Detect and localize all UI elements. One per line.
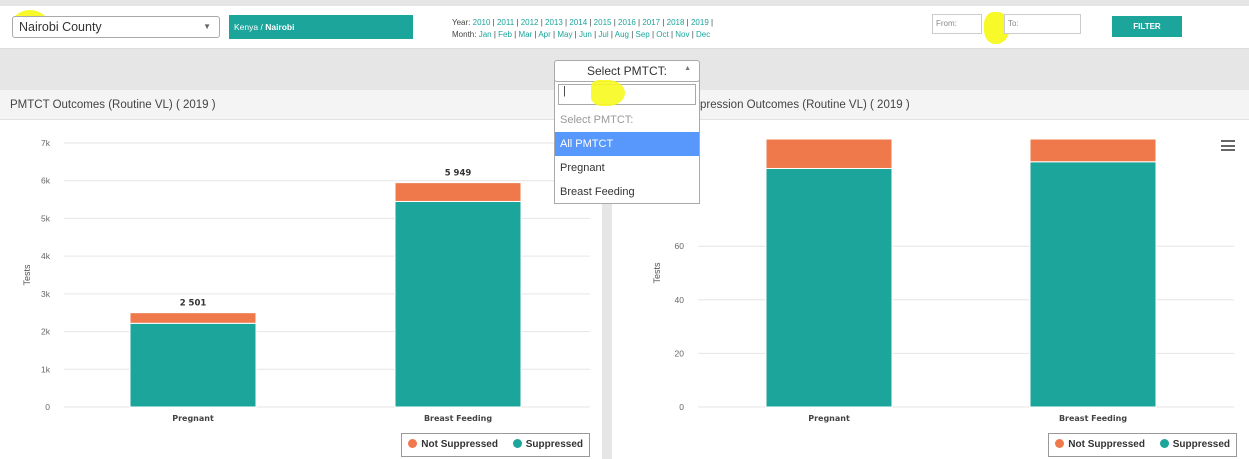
bar-not-suppressed [394, 182, 522, 202]
chart-legend: Not Suppressed Suppressed [401, 433, 590, 457]
legend-dot-suppressed [512, 439, 522, 448]
month-link-dec[interactable]: Dec [696, 30, 710, 39]
county-select-value: Nairobi County [19, 20, 102, 34]
month-link-apr[interactable]: Apr [538, 30, 550, 39]
month-link-sep[interactable]: Sep [636, 30, 650, 39]
month-link-oct[interactable]: Oct [656, 30, 668, 39]
pmtct-option-all-pmtct[interactable]: All PMTCT [555, 132, 699, 156]
y-tick-label: 60 [675, 241, 685, 251]
year-filter-row: Year: 2010 | 2011 | 2012 | 2013 | 2014 |… [452, 17, 713, 29]
year-label: Year: [452, 18, 471, 27]
data-label: 2 501 [180, 299, 207, 309]
year-link-2013[interactable]: 2013 [545, 18, 563, 27]
chevron-down-icon: ▼ [203, 22, 211, 31]
month-link-may[interactable]: May [557, 30, 572, 39]
caret-up-icon: ▲ [684, 65, 691, 72]
pmtct-outcomes-panel: PMTCT Outcomes (Routine VL) ( 2019 ) 0 1k… [0, 90, 602, 459]
year-link-2017[interactable]: 2017 [642, 18, 660, 27]
month-link-nov[interactable]: Nov [675, 30, 689, 39]
suppression-outcomes-chart: 0 20 40 60 Tests Pregnant Breast Feeding [652, 138, 1234, 423]
year-link-2018[interactable]: 2018 [667, 18, 685, 27]
breadcrumb-country: Kenya [234, 22, 259, 32]
pmtct-search-input[interactable]: | [558, 84, 696, 105]
legend-item-suppressed[interactable]: Suppressed [1159, 439, 1230, 450]
month-link-jan[interactable]: Jan [479, 30, 492, 39]
bar-not-suppressed [1029, 138, 1157, 163]
y-tick-label: 2k [41, 327, 51, 337]
month-link-mar[interactable]: Mar [518, 30, 532, 39]
month-filter-row: Month: Jan | Feb | Mar | Apr | May | Jun… [452, 29, 713, 41]
legend-label: Suppressed [1172, 439, 1230, 450]
x-tick-label: Breast Feeding [1059, 414, 1127, 423]
bar-suppressed [394, 200, 522, 408]
year-link-2015[interactable]: 2015 [594, 18, 612, 27]
filter-button[interactable]: FILTER [1112, 16, 1182, 37]
month-label: Month: [452, 30, 477, 39]
bar-suppressed [765, 167, 893, 408]
month-link-jul[interactable]: Jul [598, 30, 608, 39]
to-date-input[interactable]: To: [1004, 14, 1081, 34]
y-tick-label: 0 [45, 402, 50, 412]
pmtct-outcomes-chart: 0 1k 2k 3k 4k 5k 6k 7k Tests 2 501 Pregnant 5 949 Br… [22, 138, 590, 423]
legend-label: Not Suppressed [1068, 439, 1145, 450]
y-tick-label: 4k [41, 251, 51, 261]
x-tick-label: Pregnant [172, 414, 214, 423]
y-tick-label: 1k [41, 364, 51, 374]
legend-label: Suppressed [525, 439, 583, 450]
legend-dot-suppressed [1159, 439, 1169, 448]
y-tick-label: 40 [675, 295, 685, 305]
pmtct-option-breast-feeding[interactable]: Breast Feeding [555, 180, 699, 204]
month-link-aug[interactable]: Aug [615, 30, 629, 39]
breadcrumb: Kenya / Nairobi [229, 15, 413, 39]
year-link-2011[interactable]: 2011 [497, 18, 514, 27]
from-placeholder: From: [936, 19, 957, 28]
pmtct-select[interactable]: Select PMTCT: ▲ [554, 60, 700, 82]
bar-suppressed [1029, 161, 1157, 408]
pmtct-select-value: Select PMTCT: [586, 64, 667, 78]
y-tick-label: 5k [41, 213, 51, 223]
pmtct-option-select-pmtct: Select PMTCT: [560, 114, 634, 126]
y-tick-label: 7k [41, 138, 51, 148]
chart-menu-icon[interactable] [1221, 140, 1235, 151]
year-link-2016[interactable]: 2016 [618, 18, 636, 27]
legend-dot-not-suppressed [408, 439, 418, 448]
legend-item-not-suppressed[interactable]: Not Suppressed [1055, 439, 1145, 450]
x-tick-label: Pregnant [808, 414, 850, 423]
period-filters: Year: 2010 | 2011 | 2012 | 2013 | 2014 |… [452, 17, 713, 41]
bar-not-suppressed [765, 138, 893, 169]
y-axis-label: Tests [22, 264, 32, 286]
legend-item-not-suppressed[interactable]: Not Suppressed [408, 439, 498, 450]
year-link-2010[interactable]: 2010 [473, 18, 491, 27]
chart-legend: Not Suppressed Suppressed [1048, 433, 1237, 457]
panel-title: PMTCT Outcomes (Routine VL) ( 2019 ) [0, 90, 602, 120]
breadcrumb-county: Nairobi [265, 22, 295, 32]
suppression-outcomes-panel: pression Outcomes (Routine VL) ( 2019 ) … [612, 90, 1249, 459]
month-link-feb[interactable]: Feb [498, 30, 512, 39]
year-link-2014[interactable]: 2014 [569, 18, 587, 27]
panel-title: pression Outcomes (Routine VL) ( 2019 ) [612, 90, 1249, 120]
y-axis-label: Tests [652, 262, 662, 284]
data-label: 5 949 [445, 169, 472, 179]
highlight-mark [591, 80, 625, 106]
link-separator: | [708, 18, 714, 27]
legend-dot-not-suppressed [1055, 439, 1065, 448]
y-tick-label: 3k [41, 289, 51, 299]
legend-item-suppressed[interactable]: Suppressed [512, 439, 583, 450]
y-tick-label: 0 [679, 402, 684, 412]
month-link-jun[interactable]: Jun [579, 30, 592, 39]
legend-label: Not Suppressed [421, 439, 498, 450]
bar-suppressed [129, 322, 257, 408]
bar-not-suppressed [129, 312, 257, 324]
x-tick-label: Breast Feeding [424, 414, 492, 423]
y-tick-label: 6k [41, 176, 51, 186]
from-date-input[interactable]: From: [932, 14, 982, 34]
county-select[interactable]: Nairobi County ▼ [12, 16, 220, 38]
to-placeholder: To: [1008, 19, 1019, 28]
year-link-2012[interactable]: 2012 [521, 18, 539, 27]
filter-bar: Nairobi County ▼ Kenya / Nairobi Year: 2… [0, 6, 1249, 49]
pmtct-dropdown: | Select PMTCT: All PMTCT Pregnant Breast F… [554, 80, 700, 204]
pmtct-option-pregnant[interactable]: Pregnant [555, 156, 699, 180]
year-link-2019[interactable]: 2019 [691, 18, 709, 27]
y-tick-label: 20 [675, 348, 685, 358]
